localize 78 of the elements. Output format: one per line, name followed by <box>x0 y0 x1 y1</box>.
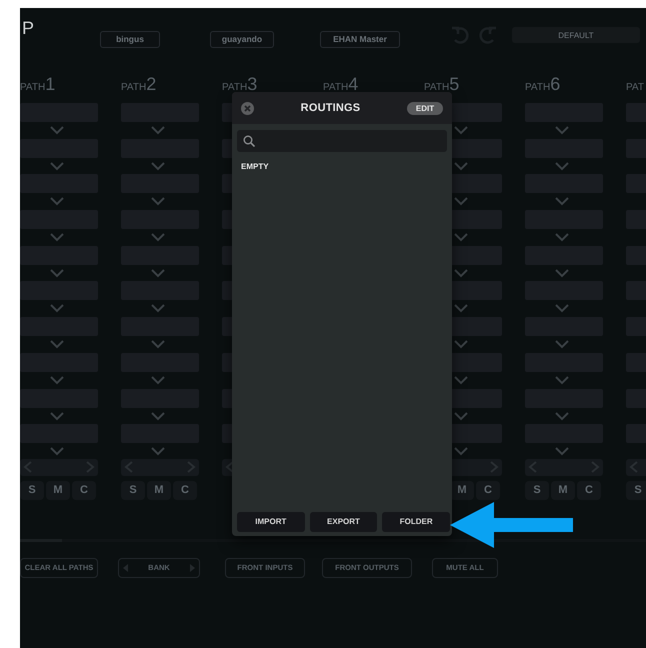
bank-selector[interactable] <box>121 458 199 476</box>
channel-toggle[interactable]: M <box>147 480 171 500</box>
path-label: PATH4 <box>323 73 360 96</box>
chevron-icon[interactable] <box>454 233 468 242</box>
chevron-icon[interactable] <box>555 268 569 278</box>
chevron-icon[interactable] <box>50 447 64 456</box>
chevron-icon[interactable] <box>50 233 64 242</box>
app-title: P <box>22 18 34 38</box>
preset-button[interactable]: bingus <box>100 31 160 48</box>
channel-toggle[interactable]: M <box>551 480 575 500</box>
preset-name-field[interactable]: DEFAULT <box>512 27 640 43</box>
preset-button[interactable]: guayando <box>210 31 274 48</box>
chevron-icon[interactable] <box>50 376 64 385</box>
bank-selector[interactable] <box>525 458 603 476</box>
chevron-icon[interactable] <box>50 268 64 278</box>
chevron-icon[interactable] <box>555 304 569 314</box>
search-field[interactable] <box>237 130 447 152</box>
edit-button[interactable]: EDIT <box>407 102 443 114</box>
chevron-icon[interactable] <box>454 447 468 456</box>
chevron-icon[interactable] <box>151 126 165 135</box>
chevron-icon[interactable] <box>151 340 165 350</box>
list-item[interactable]: EMPTY <box>232 152 452 173</box>
chevron-icon[interactable] <box>151 233 165 242</box>
channel-toggle[interactable]: C <box>72 480 96 500</box>
chevron-icon[interactable] <box>50 304 64 314</box>
path-label: PATH5 <box>424 73 460 96</box>
chevron-icon[interactable] <box>555 233 569 242</box>
channel-toggle[interactable]: S <box>20 480 44 500</box>
dialog-button[interactable]: EXPORT <box>310 512 378 532</box>
path-label: PAT <box>626 81 645 95</box>
channel-toggle[interactable]: S <box>121 480 145 500</box>
right-triangle-icon[interactable] <box>188 564 195 572</box>
preset-button[interactable]: EHAN Master <box>320 31 400 48</box>
chevron-icon[interactable] <box>555 412 569 420</box>
channel-toggle[interactable]: M <box>46 480 70 500</box>
chevron-icon[interactable] <box>454 162 468 171</box>
chevron-icon[interactable] <box>454 126 468 135</box>
bank-selector[interactable] <box>20 458 98 476</box>
chevron-icon[interactable] <box>454 376 468 385</box>
chevron-icon[interactable] <box>151 268 165 278</box>
channel-toggle[interactable]: M <box>450 480 474 500</box>
dialog-title: ROUTINGS <box>300 100 360 116</box>
path-label: PATH1 <box>20 73 56 96</box>
chevron-icon[interactable] <box>454 304 468 314</box>
chevron-icon[interactable] <box>151 197 165 206</box>
left-triangle-icon[interactable] <box>123 564 129 572</box>
channel-toggle[interactable]: C <box>577 480 601 500</box>
channel-toggle[interactable]: S <box>626 480 646 500</box>
chevron-icon[interactable] <box>555 376 569 385</box>
chevron-icon[interactable] <box>151 447 165 456</box>
chevron-icon[interactable] <box>555 447 569 456</box>
path-label: PATH6 <box>525 73 562 96</box>
path-label: PATH2 <box>121 73 158 96</box>
chevron-icon[interactable] <box>555 340 569 350</box>
chevron-icon[interactable] <box>50 126 64 135</box>
chevron-icon[interactable] <box>555 126 569 135</box>
dialog-button[interactable]: IMPORT <box>237 512 305 532</box>
channel-toggle[interactable]: S <box>525 480 549 500</box>
search-icon <box>243 135 255 147</box>
chevron-icon[interactable] <box>555 162 569 171</box>
channel-toggle[interactable]: C <box>476 480 500 500</box>
chevron-icon[interactable] <box>151 162 165 171</box>
chevron-icon[interactable] <box>454 412 468 420</box>
channel-toggle[interactable]: C <box>173 480 197 500</box>
chevron-icon[interactable] <box>50 340 64 350</box>
chevron-icon[interactable] <box>454 197 468 206</box>
path-label: PATH3 <box>222 73 258 96</box>
dialog-button[interactable]: FOLDER <box>382 512 450 532</box>
chevron-icon[interactable] <box>50 412 64 420</box>
chevron-icon[interactable] <box>151 304 165 314</box>
chevron-icon[interactable] <box>151 376 165 385</box>
close-button[interactable] <box>241 102 254 114</box>
chevron-icon[interactable] <box>50 197 64 206</box>
chevron-icon[interactable] <box>454 268 468 278</box>
chevron-icon[interactable] <box>151 412 165 420</box>
chevron-icon[interactable] <box>454 340 468 350</box>
chevron-icon[interactable] <box>50 162 64 171</box>
chevron-icon[interactable] <box>555 197 569 206</box>
